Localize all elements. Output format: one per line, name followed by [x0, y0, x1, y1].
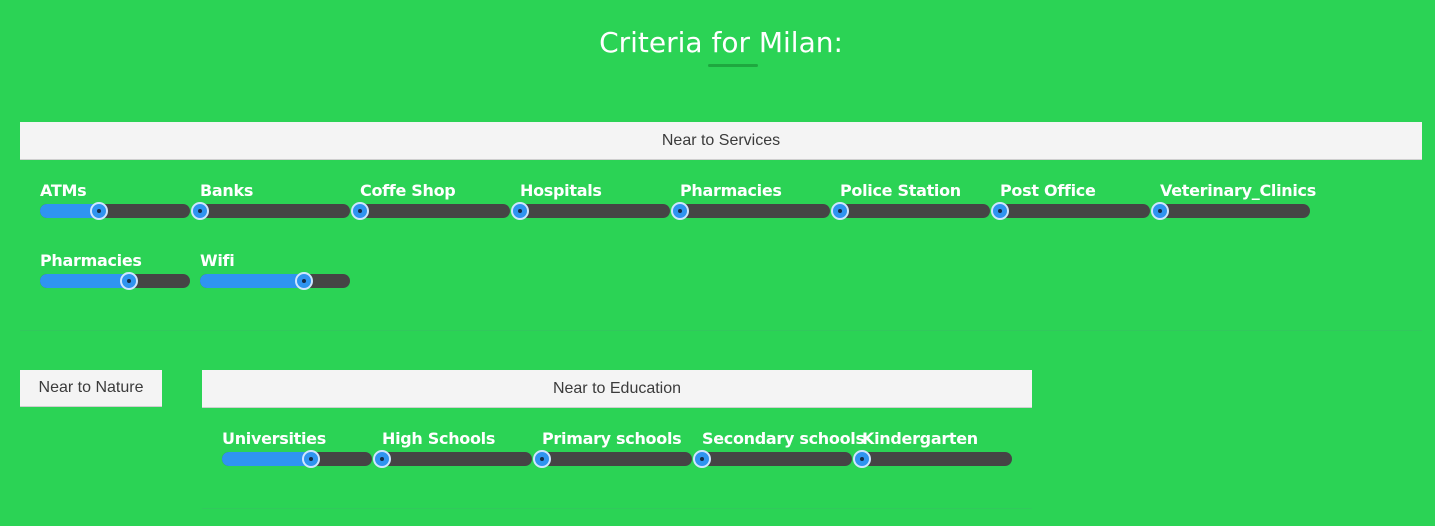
slider-thumb[interactable]: [511, 202, 529, 220]
slider-track[interactable]: [511, 202, 670, 220]
slider-track[interactable]: [373, 450, 532, 468]
slider-label: Pharmacies: [40, 251, 142, 270]
slider-thumb[interactable]: [373, 450, 391, 468]
criteria-page: Criteria for Milan: Near to Services ATM…: [0, 0, 1435, 526]
education-slider[interactable]: Primary schools: [533, 429, 692, 479]
title-underline: [708, 64, 758, 67]
slider-label: Hospitals: [520, 181, 602, 200]
slider-track[interactable]: [351, 202, 510, 220]
slider-label: Post Office: [1000, 181, 1096, 200]
slider-track[interactable]: [991, 202, 1150, 220]
slider-track[interactable]: [200, 272, 350, 290]
slider-label: Banks: [200, 181, 254, 200]
slider-label: Kindergarten: [862, 429, 978, 448]
slider-label: High Schools: [382, 429, 496, 448]
service-slider[interactable]: Police Station: [831, 181, 990, 231]
services-divider: [20, 330, 1422, 331]
service-slider[interactable]: Hospitals: [511, 181, 670, 231]
slider-thumb[interactable]: [831, 202, 849, 220]
service-slider[interactable]: Pharmacies: [671, 181, 830, 231]
slider-track[interactable]: [1151, 202, 1310, 220]
slider-track[interactable]: [533, 450, 692, 468]
slider-track[interactable]: [40, 272, 190, 290]
slider-track[interactable]: [853, 450, 1012, 468]
education-slider[interactable]: Universities: [222, 429, 372, 479]
slider-track[interactable]: [222, 450, 372, 468]
slider-track[interactable]: [693, 450, 852, 468]
page-title: Criteria for Milan:: [599, 26, 843, 59]
slider-thumb[interactable]: [294, 272, 313, 290]
slider-track[interactable]: [831, 202, 990, 220]
services-header[interactable]: Near to Services: [20, 122, 1422, 160]
service-slider[interactable]: Coffe Shop: [351, 181, 510, 231]
education-slider[interactable]: Secondary schools: [693, 429, 865, 479]
slider-thumb[interactable]: [89, 202, 108, 220]
slider-fill: [222, 452, 311, 466]
education-slider[interactable]: High Schools: [373, 429, 532, 479]
service-slider[interactable]: ATMs: [40, 181, 190, 231]
slider-label: Wifi: [200, 251, 235, 270]
slider-track[interactable]: [671, 202, 830, 220]
slider-label: ATMs: [40, 181, 87, 200]
service-slider[interactable]: Wifi: [200, 251, 350, 301]
service-slider[interactable]: Veterinary_Clinics: [1151, 181, 1316, 231]
slider-thumb[interactable]: [853, 450, 871, 468]
service-slider[interactable]: Banks: [191, 181, 350, 231]
slider-track[interactable]: [191, 202, 350, 220]
service-slider[interactable]: Pharmacies: [40, 251, 190, 301]
slider-label: Pharmacies: [680, 181, 782, 200]
near-to-nature-button[interactable]: Near to Nature: [20, 370, 162, 407]
services-header-label: Near to Services: [661, 132, 781, 149]
slider-thumb[interactable]: [991, 202, 1009, 220]
slider-thumb[interactable]: [301, 450, 320, 468]
service-slider[interactable]: Post Office: [991, 181, 1150, 231]
slider-label: Veterinary_Clinics: [1160, 181, 1316, 200]
education-header[interactable]: Near to Education: [202, 370, 1032, 408]
slider-label: Police Station: [840, 181, 961, 200]
slider-thumb[interactable]: [671, 202, 689, 220]
slider-thumb[interactable]: [693, 450, 711, 468]
education-header-label: Near to Education: [552, 380, 682, 397]
slider-thumb[interactable]: [533, 450, 551, 468]
education-slider[interactable]: Kindergarten: [853, 429, 1012, 479]
near-to-nature-label: Near to Nature: [38, 379, 144, 396]
slider-label: Primary schools: [542, 429, 682, 448]
slider-thumb[interactable]: [191, 202, 209, 220]
slider-track[interactable]: [40, 202, 190, 220]
education-divider: [202, 508, 1032, 509]
slider-thumb[interactable]: [1151, 202, 1169, 220]
slider-thumb[interactable]: [351, 202, 369, 220]
slider-label: Secondary schools: [702, 429, 865, 448]
slider-label: Universities: [222, 429, 326, 448]
slider-label: Coffe Shop: [360, 181, 456, 200]
slider-thumb[interactable]: [119, 272, 138, 290]
slider-fill: [200, 274, 304, 288]
slider-fill: [40, 274, 129, 288]
